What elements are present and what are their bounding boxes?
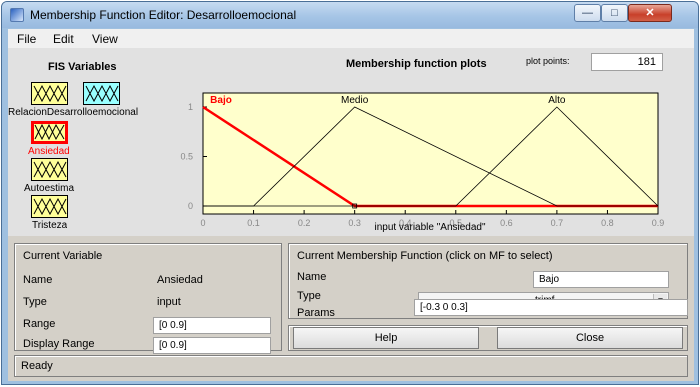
plot-area	[202, 92, 659, 215]
y-tick-label: 0	[188, 201, 193, 211]
app-window: Membership Function Editor: Desarrolloem…	[1, 1, 699, 385]
menu-file[interactable]: File	[17, 32, 36, 46]
mf-glyph-icon	[33, 197, 67, 216]
menu-view[interactable]: View	[92, 32, 118, 46]
close-window-icon[interactable]: ✕	[628, 4, 672, 22]
title-bar[interactable]: Membership Function Editor: Desarrolloem…	[2, 2, 698, 28]
fis-label-tristeza: Tristeza	[32, 220, 68, 231]
x-tick-label: 0.6	[500, 218, 513, 228]
fis-label-autoestima: Autoestima	[24, 183, 75, 194]
editor-client-area: File Edit View FIS Variables RelacionDes…	[8, 29, 694, 381]
fis-label-relacion-output: RelacionDesarrolloemocional	[8, 107, 139, 118]
plot-title: Membership function plots	[346, 58, 487, 70]
x-tick-label: 0.8	[601, 218, 614, 228]
plot-points-input[interactable]: 181	[591, 53, 663, 71]
display-range-input[interactable]: [0 0.9]	[153, 337, 271, 354]
cv-display-range-label: Display Range	[23, 338, 95, 350]
status-bar: Ready	[14, 355, 688, 377]
fis-label-ansiedad: Ansiedad	[28, 146, 70, 157]
matlab-icon	[10, 8, 24, 22]
mf-glyph-icon	[33, 84, 67, 103]
mf-glyph-icon	[85, 84, 119, 103]
mf-name-label: Name	[297, 271, 327, 283]
cv-name-value: Ansiedad	[157, 274, 203, 286]
cv-type-value: input	[157, 296, 181, 308]
y-tick-label: 0.5	[180, 152, 193, 162]
lower-area: Current Variable Name Ansiedad Type inpu…	[8, 236, 694, 381]
mf-params-input[interactable]: [-0.3 0 0.3]	[414, 299, 688, 316]
plot-points-label: plot points:	[526, 56, 570, 66]
maximize-icon[interactable]: □	[601, 4, 628, 22]
x-tick-label: 0.7	[551, 218, 564, 228]
range-input[interactable]: [0 0.9]	[153, 317, 271, 334]
close-button[interactable]: Close	[497, 327, 683, 349]
current-variable-title: Current Variable	[23, 250, 103, 262]
membership-plot[interactable]: 00.51 0 0.1 0.2 0.3 0.4 0.5 0.6 0.7 0.8 0.9 Bajo M…	[168, 72, 688, 236]
cv-type-label: Type	[23, 296, 47, 308]
upper-area: FIS Variables RelacionDesarrolloemociona…	[8, 48, 694, 236]
mf-params-label: Params	[297, 307, 335, 319]
fis-variables-title: FIS Variables	[48, 61, 117, 73]
mf-type-label: Type	[297, 290, 321, 302]
x-tick-label: 0.1	[247, 218, 260, 228]
fis-input-tristeza[interactable]	[31, 195, 68, 218]
minimize-icon[interactable]: —	[574, 4, 601, 22]
menu-edit[interactable]: Edit	[53, 32, 74, 46]
x-tick-label: 0.9	[652, 218, 665, 228]
cv-name-label: Name	[23, 274, 53, 286]
mf-glyph-icon	[33, 160, 67, 179]
mf-glyph-icon	[34, 124, 65, 141]
x-tick-label: 0	[200, 218, 205, 228]
mf-label-bajo[interactable]: Bajo	[210, 95, 232, 106]
x-axis-label: input variable "Ansiedad"	[374, 222, 486, 233]
fis-input-autoestima[interactable]	[31, 158, 68, 181]
fis-output-desarrolloemocional[interactable]	[83, 82, 120, 105]
y-tick-label: 1	[188, 102, 193, 112]
fis-input-ansiedad[interactable]	[31, 121, 68, 144]
current-mf-title: Current Membership Function (click on MF…	[297, 250, 553, 262]
x-tick-label: 0.2	[298, 218, 311, 228]
mf-name-input[interactable]: Bajo	[533, 271, 669, 288]
window-title: Membership Function Editor: Desarrolloem…	[30, 8, 297, 22]
mf-label-alto[interactable]: Alto	[548, 95, 566, 106]
cv-range-label: Range	[23, 318, 56, 330]
current-variable-panel: Current Variable Name Ansiedad Type inpu…	[14, 243, 282, 354]
mf-label-medio[interactable]: Medio	[341, 95, 369, 106]
help-button[interactable]: Help	[293, 327, 479, 349]
x-tick-label: 0.3	[348, 218, 361, 228]
fis-input-relacion[interactable]	[31, 82, 68, 105]
menu-bar: File Edit View	[8, 29, 694, 48]
